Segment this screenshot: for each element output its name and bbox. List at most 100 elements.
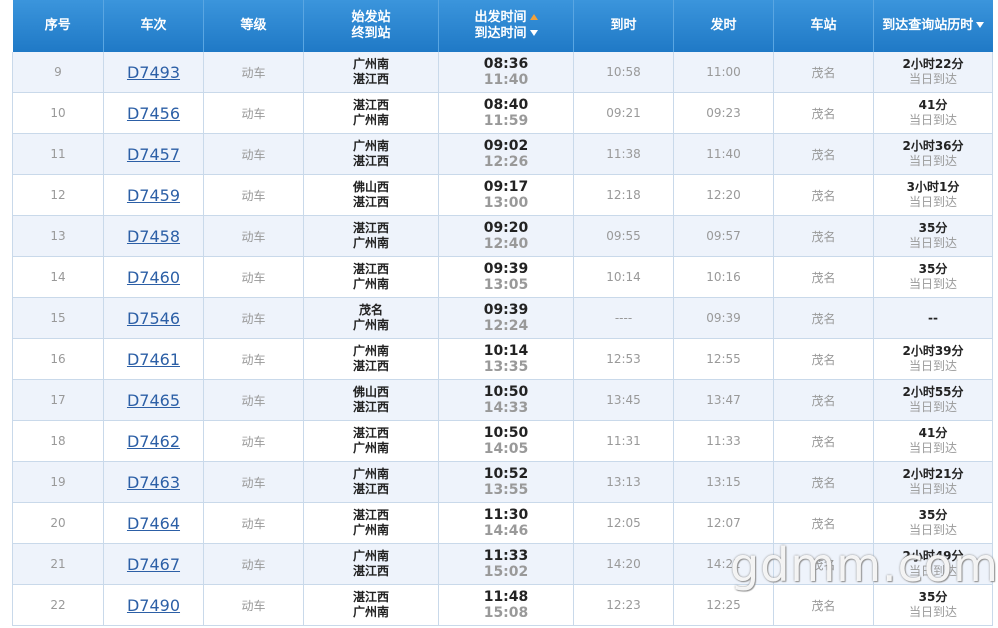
row-stations: 佛山西 湛江西 — [303, 174, 439, 216]
station-depart-time: 10:16 — [706, 270, 741, 284]
row-arrive: 13:13 — [573, 461, 674, 503]
train-number-link[interactable]: D7461 — [127, 350, 180, 369]
row-train[interactable]: D7459 — [103, 174, 204, 216]
sort-desc-icon[interactable] — [976, 22, 985, 28]
row-grade: 动车 — [203, 215, 304, 257]
row-train[interactable]: D7490 — [103, 584, 204, 626]
sort-by-duration[interactable]: 到达查询站历时 — [882, 18, 973, 33]
table-row: 22 D7490 动车 湛江西 广州南 11:48 15:08 12:23 12:25 茂名 35分… — [12, 584, 993, 626]
row-duration: 35分 当日到达 — [873, 502, 993, 544]
row-train[interactable]: D7463 — [103, 461, 204, 503]
row-times: 10:50 14:05 — [438, 420, 574, 462]
row-train[interactable]: D7465 — [103, 379, 204, 421]
origin-station: 湛江西 — [352, 426, 389, 440]
station-arrive-time: 11:38 — [606, 147, 641, 161]
train-number-link[interactable]: D7458 — [127, 227, 180, 246]
row-grade: 动车 — [203, 338, 304, 380]
row-train[interactable]: D7458 — [103, 215, 204, 257]
row-stations: 茂名 广州南 — [303, 297, 439, 339]
row-stations: 湛江西 广州南 — [303, 92, 439, 134]
row-arrive: 11:38 — [573, 133, 674, 175]
row-train[interactable]: D7456 — [103, 92, 204, 134]
row-train[interactable]: D7461 — [103, 338, 204, 380]
station-depart-time: 12:20 — [706, 188, 741, 202]
row-depart: 11:00 — [673, 52, 774, 93]
row-arrive: 14:20 — [573, 543, 674, 585]
sort-desc-icon[interactable] — [529, 30, 538, 36]
train-number-link[interactable]: D7546 — [127, 309, 180, 328]
arrival-time: 15:08 — [483, 605, 529, 621]
train-number-link[interactable]: D7457 — [127, 145, 180, 164]
arrival-time: 13:00 — [483, 195, 529, 211]
departure-time: 10:50 — [483, 425, 529, 441]
header-duration[interactable]: 到达查询站历时 — [873, 0, 993, 52]
station-depart-time: 09:57 — [706, 229, 741, 243]
row-duration: 35分 当日到达 — [873, 215, 993, 257]
query-station: 茂名 — [811, 434, 836, 449]
row-duration: 2小时55分 当日到达 — [873, 379, 993, 421]
table-row: 13 D7458 动车 湛江西 广州南 09:20 12:40 09:55 09:57 茂名 35分… — [12, 215, 993, 257]
origin-station: 广州南 — [352, 57, 389, 71]
arrival-day: 当日到达 — [908, 195, 957, 209]
origin-station: 佛山西 — [352, 180, 389, 194]
row-station: 茂名 — [773, 256, 874, 298]
row-depart: 09:23 — [673, 92, 774, 134]
header-terminal-label: 终到站 — [351, 26, 391, 41]
train-number-link[interactable]: D7456 — [127, 104, 180, 123]
station-depart-time: 13:15 — [706, 475, 741, 489]
arrival-day: 当日到达 — [908, 523, 957, 537]
departure-time: 08:40 — [483, 97, 529, 113]
station-depart-time: 12:55 — [706, 352, 741, 366]
row-train[interactable]: D7462 — [103, 420, 204, 462]
row-no: 18 — [12, 420, 104, 462]
origin-station: 湛江西 — [352, 508, 389, 522]
row-grade: 动车 — [203, 133, 304, 175]
row-station: 茂名 — [773, 461, 874, 503]
row-no: 11 — [12, 133, 104, 175]
arrival-time: 14:05 — [483, 441, 529, 457]
train-number-link[interactable]: D7462 — [127, 432, 180, 451]
departure-time: 10:52 — [483, 466, 529, 482]
sort-by-departure[interactable]: 出发时间 — [474, 10, 526, 25]
train-number-link[interactable]: D7459 — [127, 186, 180, 205]
terminal-station: 广州南 — [352, 113, 389, 127]
sort-by-arrival[interactable]: 到达时间 — [474, 26, 526, 41]
train-number-link[interactable]: D7490 — [127, 596, 180, 615]
train-number-link[interactable]: D7467 — [127, 555, 180, 574]
train-number-link[interactable]: D7463 — [127, 473, 180, 492]
arrival-day: 当日到达 — [908, 277, 957, 291]
row-train[interactable]: D7467 — [103, 543, 204, 585]
train-number-link[interactable]: D7493 — [127, 63, 180, 82]
departure-time: 08:36 — [483, 56, 529, 72]
row-train[interactable]: D7464 — [103, 502, 204, 544]
departure-time: 11:33 — [483, 548, 529, 564]
row-duration: 2小时39分 当日到达 — [873, 338, 993, 380]
row-depart: 10:16 — [673, 256, 774, 298]
row-train[interactable]: D7546 — [103, 297, 204, 339]
origin-station: 佛山西 — [352, 385, 389, 399]
train-number-link[interactable]: D7460 — [127, 268, 180, 287]
row-arrive: 09:55 — [573, 215, 674, 257]
row-stations: 广州南 湛江西 — [303, 543, 439, 585]
station-depart-time: 11:40 — [706, 147, 741, 161]
origin-station: 茂名 — [358, 303, 383, 317]
sort-asc-icon[interactable] — [529, 14, 538, 20]
train-number-link[interactable]: D7465 — [127, 391, 180, 410]
header-origin-label: 始发站 — [351, 10, 391, 25]
row-stations: 湛江西 广州南 — [303, 584, 439, 626]
row-stations: 广州南 湛江西 — [303, 133, 439, 175]
row-train[interactable]: D7457 — [103, 133, 204, 175]
arrival-time: 12:40 — [483, 236, 529, 252]
arrival-time: 13:55 — [483, 482, 529, 498]
row-train[interactable]: D7460 — [103, 256, 204, 298]
row-grade: 动车 — [203, 584, 304, 626]
train-number-link[interactable]: D7464 — [127, 514, 180, 533]
train-grade: 动车 — [241, 188, 266, 203]
header-times[interactable]: 出发时间 到达时间 — [438, 0, 574, 52]
travel-duration: 41分 — [918, 426, 948, 440]
table-row: 10 D7456 动车 湛江西 广州南 08:40 11:59 09:21 09:23 茂名 41分… — [12, 92, 993, 134]
row-train[interactable]: D7493 — [103, 52, 204, 93]
travel-duration: 2小时49分 — [902, 549, 964, 563]
row-stations: 湛江西 广州南 — [303, 256, 439, 298]
train-grade: 动车 — [241, 229, 266, 244]
